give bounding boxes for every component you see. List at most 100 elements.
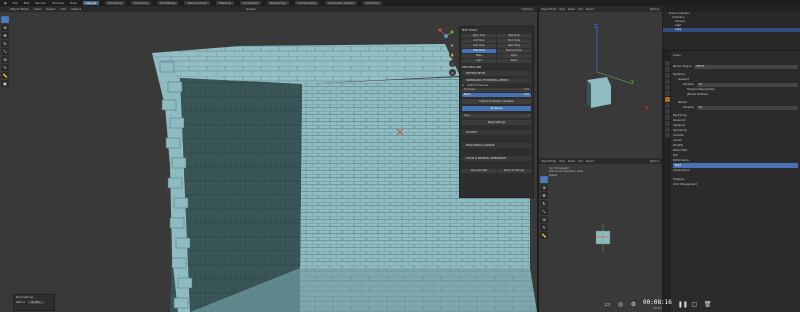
custom-thickness-button[interactable]: Custom Thickness / Variation xyxy=(462,99,531,104)
bevel-field[interactable]: Bevel 0.02 xyxy=(462,93,531,97)
mode-select[interactable]: Object Mode xyxy=(541,160,556,163)
menu-view[interactable]: View xyxy=(34,7,41,11)
tool-button[interactable]: Weld Tools xyxy=(497,44,531,48)
scene-tab-icon[interactable] xyxy=(664,85,670,90)
right-bottom-viewport[interactable]: Object Mode View Select Add Object Optio… xyxy=(539,158,662,312)
samples-field[interactable]: 16 xyxy=(696,82,798,87)
menu-select[interactable]: Select xyxy=(46,7,55,11)
world-tab-icon[interactable] xyxy=(664,91,670,96)
tool-button-active[interactable]: Wall Mods xyxy=(462,49,496,53)
options-button[interactable]: Options xyxy=(650,160,659,163)
section-edge-wear[interactable]: EDGE WEAR & DAMAGE xyxy=(462,143,531,148)
tool-tab-icon[interactable] xyxy=(664,61,670,66)
tool-button[interactable]: Material Tools xyxy=(497,49,531,53)
props-row[interactable]: Color Management xyxy=(673,182,798,187)
reset-settings-button[interactable]: Reset Settings xyxy=(462,120,531,125)
pause-icon[interactable]: ❚❚ xyxy=(678,301,688,308)
pan-hand-icon[interactable]: ✋ xyxy=(449,51,456,58)
transform-icon[interactable]: ⊞ xyxy=(1,56,9,63)
set-bevels-button[interactable]: Set Bevels xyxy=(462,106,531,111)
section-color-material[interactable]: COLOR & MATERIAL APPEARANCE xyxy=(462,156,531,161)
modifier-tab-icon[interactable] xyxy=(664,103,670,108)
outliner-item-selected[interactable]: Cube xyxy=(663,28,800,32)
menu-select[interactable]: Select xyxy=(568,8,575,11)
workspace-tab-rendering[interactable]: Rendering xyxy=(267,1,289,5)
data-tab-icon[interactable] xyxy=(664,127,670,132)
tool-button[interactable]: Base xyxy=(462,54,496,58)
mode-select[interactable]: Object Mode xyxy=(541,8,556,11)
workspace-tab-shading[interactable]: Shading xyxy=(215,1,234,5)
menu-object[interactable]: Object xyxy=(586,8,594,11)
section-scatter[interactable]: SCATTER xyxy=(462,130,531,135)
view-layer-tab-icon[interactable] xyxy=(664,79,670,84)
tool-button[interactable]: Edge xyxy=(497,54,531,58)
menu-file[interactable]: File xyxy=(13,1,18,5)
thickness-field[interactable]: Thickness 0.15 xyxy=(462,88,531,92)
workspace-tab-modeling[interactable]: Modeling xyxy=(105,1,125,5)
workspace-tab-geometry-nodes[interactable]: Geometry Nodes xyxy=(325,1,357,5)
annotate-icon[interactable]: ✎ xyxy=(1,64,9,71)
render-samples-field[interactable]: 64 xyxy=(696,105,798,110)
blender-logo-icon[interactable]: ◉ xyxy=(4,1,7,5)
menu-object[interactable]: Object xyxy=(71,7,81,11)
menu-object[interactable]: Object xyxy=(586,160,594,163)
menu-window[interactable]: Window xyxy=(52,1,64,5)
uniform-thickness-checkbox[interactable]: ☑ Uniform Thickness xyxy=(462,83,531,87)
tool-button[interactable]: Mod Tools xyxy=(462,44,496,48)
menu-view[interactable]: View xyxy=(559,8,565,11)
tool-button[interactable]: Light xyxy=(462,59,496,63)
last-operator-title[interactable]: Bevel Settings xyxy=(16,296,52,299)
options-button[interactable]: Options xyxy=(521,7,533,11)
menu-render[interactable]: Render xyxy=(35,1,46,5)
physics-tab-icon[interactable] xyxy=(664,115,670,120)
object-tab-icon[interactable] xyxy=(664,97,670,102)
workspace-tab-sculpting[interactable]: Sculpting xyxy=(130,1,151,5)
mode-select[interactable]: Object Mode xyxy=(10,7,29,11)
particles-tab-icon[interactable] xyxy=(664,109,670,114)
menu-add[interactable]: Add xyxy=(60,7,66,11)
scale-icon[interactable]: ⤡ xyxy=(1,48,9,55)
props-row[interactable]: Grease Pencil xyxy=(673,168,798,173)
workspace-tab-uv-editing[interactable]: UV Editing xyxy=(156,1,179,5)
output-tab-icon[interactable] xyxy=(664,73,670,78)
tool-button[interactable]: Open Tools xyxy=(462,34,496,38)
menu-edit[interactable]: Edit xyxy=(24,1,30,5)
move-icon[interactable]: ✥ xyxy=(1,32,9,39)
zoom-icon[interactable]: 🔍 xyxy=(449,42,456,49)
main-3d-viewport[interactable]: Object Mode View Select Add Object Globa… xyxy=(0,6,537,312)
screen-share-icon[interactable]: ▭ xyxy=(604,301,611,308)
measure-icon[interactable]: 📏 xyxy=(1,72,9,79)
props-row[interactable]: Jittered Shadows xyxy=(673,92,798,97)
render-tab-icon[interactable] xyxy=(664,67,670,72)
constraints-tab-icon[interactable] xyxy=(664,121,670,126)
reset-all-button[interactable]: Reset All Settings xyxy=(497,169,531,173)
workspace-tab-layout[interactable]: Layout xyxy=(82,1,100,5)
options-button[interactable]: Options xyxy=(650,8,659,11)
camera-icon[interactable]: ◎ xyxy=(617,301,624,308)
method-select[interactable]: Modifier xyxy=(27,301,44,304)
workspace-tab-compositing[interactable]: Compositing xyxy=(294,1,320,5)
workspace-tab-texture-paint[interactable]: Texture Paint xyxy=(184,1,210,5)
section-pattern-setup[interactable]: PATTERN SETUP xyxy=(462,71,531,76)
tool-button[interactable]: Wall Tools xyxy=(497,34,531,38)
menu-view[interactable]: View xyxy=(559,160,565,163)
menu-help[interactable]: Help xyxy=(70,1,77,5)
settings-icon[interactable]: ⚙ xyxy=(630,301,637,308)
seed-field[interactable]: Seed 1 xyxy=(462,114,531,118)
trash-icon[interactable]: 🗑 xyxy=(704,301,712,308)
orientation-select[interactable]: Global xyxy=(246,7,256,11)
camera-icon[interactable]: 🎥 xyxy=(449,60,456,67)
render-engine-select[interactable]: EEVEE xyxy=(694,64,798,69)
add-cube-icon[interactable]: ▣ xyxy=(1,80,9,87)
grid-icon[interactable]: # xyxy=(449,69,456,76)
cursor-icon[interactable]: ⊕ xyxy=(1,24,9,31)
workspace-tab-scripting[interactable]: Scripting xyxy=(362,1,383,5)
tool-button[interactable]: Brick Tools xyxy=(497,39,531,43)
generate-wall-button[interactable]: Generate Wall xyxy=(462,169,496,173)
select-box-icon[interactable]: ⬚ xyxy=(1,16,9,23)
tool-button[interactable]: Select xyxy=(497,59,531,63)
tool-button[interactable]: Add Tools xyxy=(462,39,496,43)
right-top-viewport[interactable]: Object Mode View Select Add Object Optio… xyxy=(539,6,662,158)
material-tab-icon[interactable] xyxy=(664,133,670,138)
rotate-icon[interactable]: ↻ xyxy=(1,40,9,47)
